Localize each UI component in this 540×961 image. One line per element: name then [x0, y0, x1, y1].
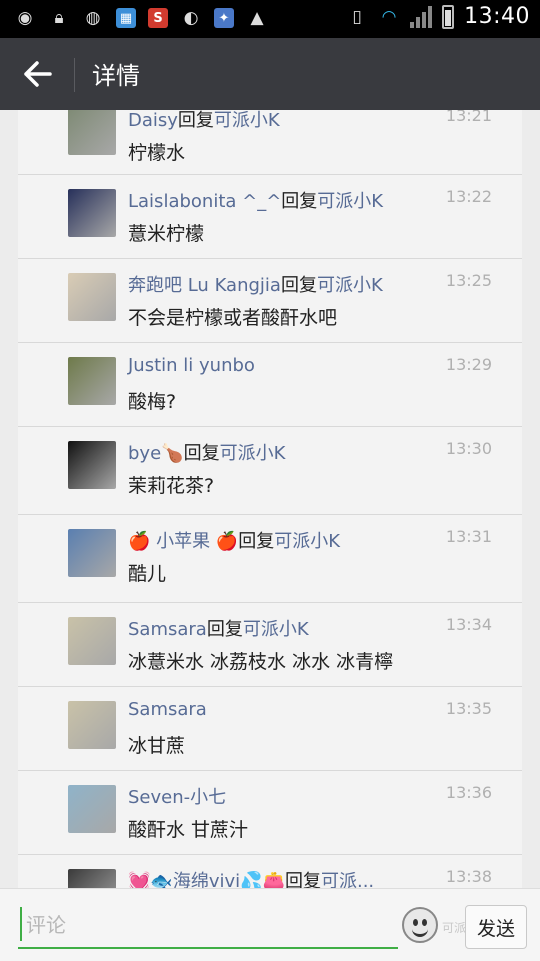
rotate-icon: ▯: [352, 6, 362, 27]
comment-author[interactable]: 🍎 小苹果 🍎回复可派小K: [128, 527, 340, 553]
comment-item[interactable]: Seven-小七 13:36 酸酐水 甘蔗汁: [18, 771, 522, 855]
avatar[interactable]: [68, 441, 116, 489]
comment-input-wrapper[interactable]: [18, 903, 398, 949]
comment-time: 13:22: [445, 187, 492, 206]
comment-item[interactable]: Samsara回复可派小K 13:34 冰薏米水 冰荔枝水 冰水 冰青檸: [18, 603, 522, 687]
comment-text: 茉莉花茶?: [128, 475, 215, 497]
comment-text: 冰甘蔗: [128, 735, 186, 757]
comment-time: 13:31: [445, 527, 492, 546]
comment-text: 酸酐水 甘蔗汁: [128, 819, 249, 841]
comment-text: 酷儿: [128, 563, 167, 585]
avatar[interactable]: [68, 785, 116, 833]
avatar[interactable]: [68, 110, 116, 155]
comment-author[interactable]: Justin li yunbo: [128, 355, 255, 376]
comment-author[interactable]: 奔跑吧 Lu Kangjia回复可派小K: [128, 271, 383, 297]
avatar[interactable]: [68, 869, 116, 888]
comment-item[interactable]: Justin li yunbo 13:29 酸梅?: [18, 343, 522, 427]
comment-time: 13:29: [445, 355, 492, 374]
header-divider: [74, 58, 75, 92]
comment-item[interactable]: 🍎 小苹果 🍎回复可派小K 13:31 酷儿: [18, 515, 522, 603]
lock-icon: 🔒︎: [54, 8, 64, 28]
comment-author[interactable]: bye🍗回复可派小K: [128, 439, 285, 465]
system-status: ▯ ◠ 13:40: [346, 4, 530, 29]
weibo-icon: ◉: [17, 8, 33, 28]
comment-input[interactable]: [24, 907, 388, 943]
avatar[interactable]: [68, 189, 116, 237]
comment-author[interactable]: Seven-小七: [128, 783, 226, 809]
wifi-icon: ◠: [381, 6, 397, 27]
avatar[interactable]: [68, 701, 116, 749]
comment-list[interactable]: Daisy回复可派小K 13:21 柠檬水 Laislabonita ^_^回复…: [18, 110, 522, 888]
comment-author[interactable]: Samsara回复可派小K: [128, 615, 309, 641]
comment-item[interactable]: 奔跑吧 Lu Kangjia回复可派小K 13:25 不会是柠檬或者酸酐水吧: [18, 259, 522, 343]
comment-author[interactable]: Laislabonita ^_^回复可派小K: [128, 187, 383, 213]
s-app-icon: S: [148, 8, 168, 28]
avatar[interactable]: [68, 273, 116, 321]
status-bar: ◉ 🔒︎ ◍ ▦ S ◐ ✦ ▲ ▯ ◠ 13:40: [0, 0, 540, 38]
comment-item[interactable]: Laislabonita ^_^回复可派小K 13:22 薏米柠檬: [18, 175, 522, 259]
comment-item[interactable]: Samsara 13:35 冰甘蔗: [18, 687, 522, 771]
comment-text: 柠檬水: [128, 142, 186, 164]
avatar[interactable]: [68, 529, 116, 577]
notification-icons: ◉ 🔒︎ ◍ ▦ S ◐ ✦ ▲: [14, 7, 268, 29]
page-title: 详情: [92, 62, 140, 90]
comment-item[interactable]: bye🍗回复可派小K 13:30 茉莉花茶?: [18, 427, 522, 515]
comment-text: 酸梅?: [128, 391, 177, 413]
comment-time: 13:35: [445, 699, 492, 718]
avatar[interactable]: [68, 617, 116, 665]
comment-time: 13:36: [445, 783, 492, 802]
back-arrow-icon[interactable]: [18, 54, 58, 94]
comment-author[interactable]: Samsara: [128, 699, 207, 720]
comment-author[interactable]: Daisy回复可派小K: [128, 110, 280, 132]
comment-time: 13:30: [445, 439, 492, 458]
avatar[interactable]: [68, 357, 116, 405]
comment-item[interactable]: Daisy回复可派小K 13:21 柠檬水: [18, 110, 522, 175]
comment-text: 薏米柠檬: [128, 223, 205, 245]
clock: 13:40: [464, 4, 530, 29]
app-bar: 详情: [0, 38, 540, 110]
comment-item[interactable]: 💓🐟海绵vivi💦👛回复可派... 13:38: [18, 855, 522, 888]
signal-icon: [410, 5, 433, 28]
send-button[interactable]: 发送: [465, 905, 527, 949]
warning-icon: ▲: [250, 8, 264, 28]
app-icon: ▦: [116, 8, 136, 28]
comment-time: 13:21: [445, 110, 492, 125]
comment-composer: 可派小K 发送: [0, 888, 540, 961]
comment-time: 13:25: [445, 271, 492, 290]
emoji-icon[interactable]: [402, 907, 438, 943]
battery-icon: [442, 4, 455, 29]
comment-text: 不会是柠檬或者酸酐水吧: [128, 307, 338, 329]
comment-time: 13:34: [445, 615, 492, 634]
wechat-icon: ◍: [85, 8, 101, 28]
clean-app-icon: ✦: [214, 8, 234, 28]
comment-time: 13:38: [445, 867, 492, 886]
comment-author[interactable]: 💓🐟海绵vivi💦👛回复可派...: [128, 867, 374, 888]
text-cursor: [20, 907, 22, 941]
comment-text: 冰薏米水 冰荔枝水 冰水 冰青檸: [128, 651, 394, 673]
chat-bubble-icon: ◐: [183, 8, 199, 28]
